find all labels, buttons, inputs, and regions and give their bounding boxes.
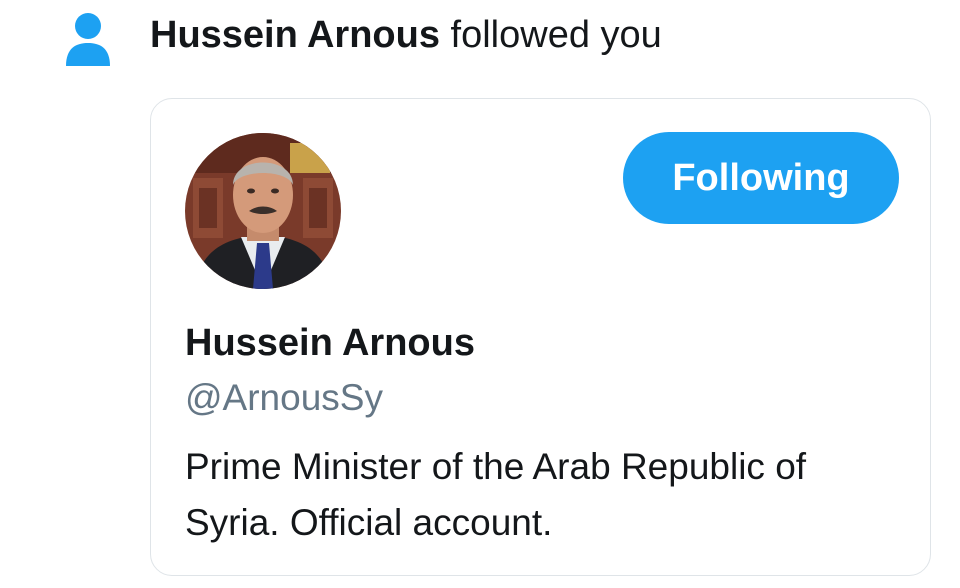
following-button[interactable]: Following xyxy=(623,132,899,224)
notification-action-text: followed you xyxy=(450,14,662,56)
person-icon xyxy=(62,10,114,70)
notification-text: Hussein Arnous followed you xyxy=(150,10,662,60)
user-card[interactable]: Following Hussein Arnous @ArnousSy Prime… xyxy=(150,98,931,576)
display-name[interactable]: Hussein Arnous xyxy=(185,319,475,367)
user-bio: Prime Minister of the Arab Republic of S… xyxy=(185,446,807,543)
avatar[interactable] xyxy=(185,133,341,289)
notification-actor-name[interactable]: Hussein Arnous xyxy=(150,14,440,56)
notification-page: Hussein Arnous followed you Following Hu… xyxy=(0,0,960,588)
user-handle[interactable]: @ArnousSy xyxy=(185,374,383,422)
